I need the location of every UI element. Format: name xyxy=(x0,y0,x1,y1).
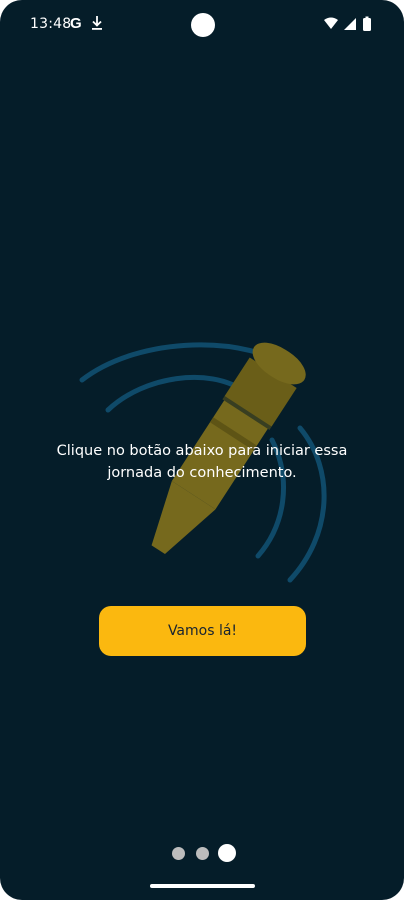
home-indicator[interactable] xyxy=(150,884,255,888)
wifi-icon xyxy=(324,17,338,29)
camera-cutout xyxy=(191,13,215,37)
google-icon: G xyxy=(70,15,82,32)
page-dot-active[interactable] xyxy=(218,844,236,862)
status-bar: 13:48 G xyxy=(0,0,404,50)
onboarding-message: Clique no botão abaixo para iniciar essa… xyxy=(56,443,348,481)
page-dot-1[interactable] xyxy=(172,847,185,860)
start-button[interactable]: Vamos lá! xyxy=(99,606,306,656)
screen: 13:48 G Clique no botão abaixo para inic… xyxy=(0,0,404,900)
page-dot-2[interactable] xyxy=(196,847,209,860)
cell-signal-icon xyxy=(344,18,356,30)
battery-icon xyxy=(363,18,371,31)
status-icons xyxy=(324,16,371,31)
page-indicator xyxy=(170,843,240,863)
status-time: 13:48 xyxy=(30,16,72,32)
download-icon xyxy=(92,16,102,30)
